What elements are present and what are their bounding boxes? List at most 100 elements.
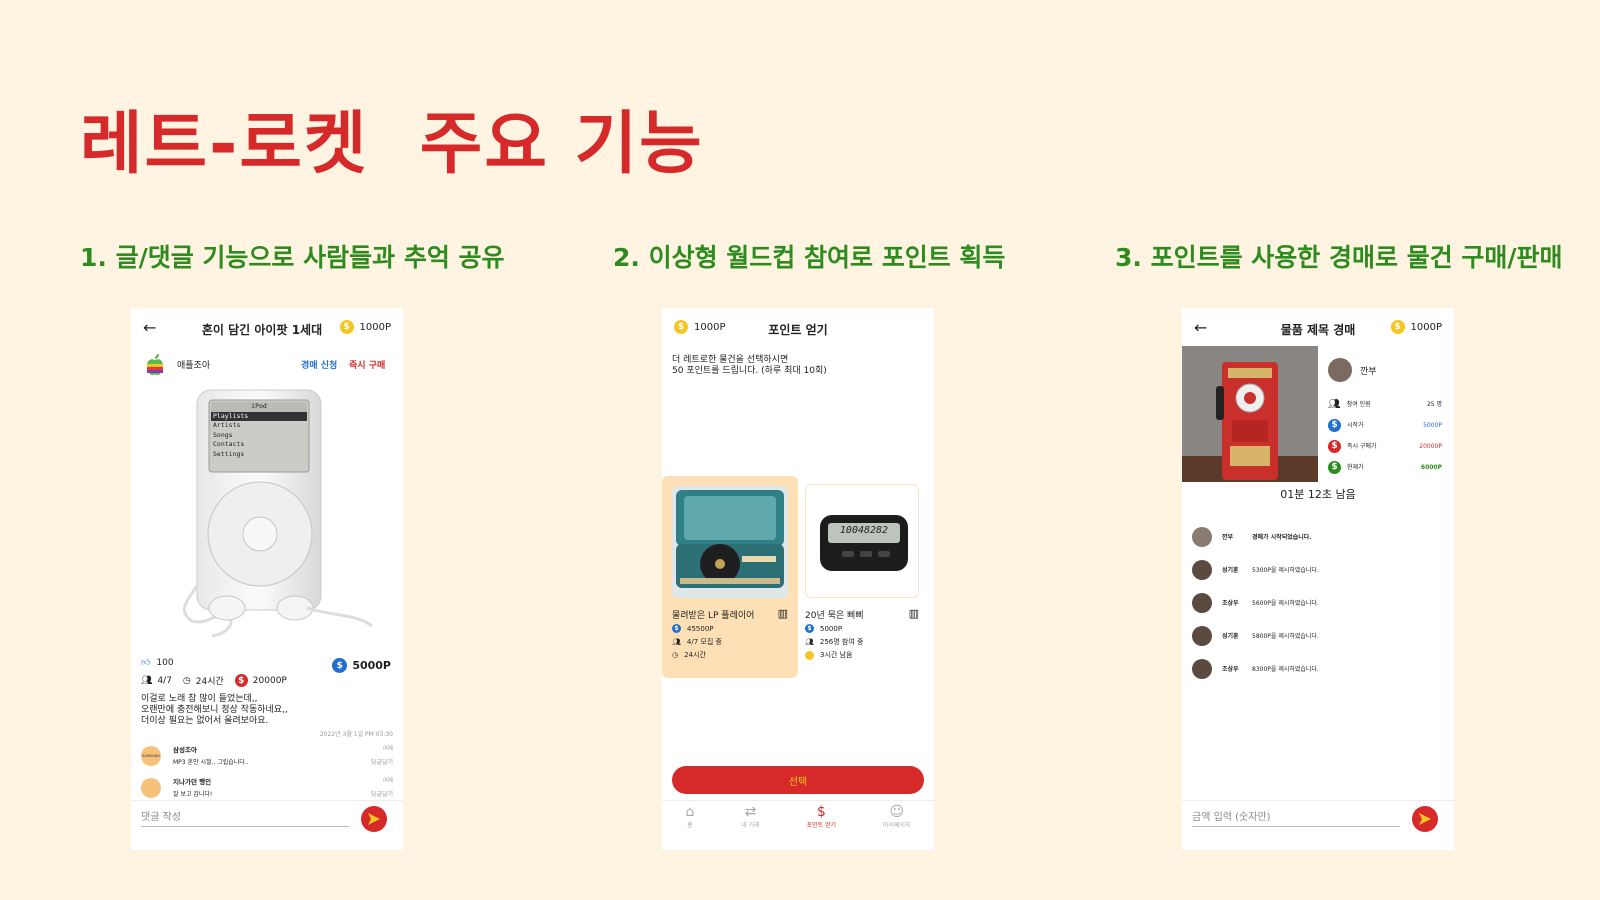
nav-mypage[interactable]: ☺ 마이페이지 xyxy=(883,804,911,829)
nav-get-points[interactable]: $ 포인트 얻기 xyxy=(807,804,837,829)
auction-item-image xyxy=(1182,346,1318,482)
stat-label: 시작가 xyxy=(1347,422,1364,429)
home-icon: ⌂ xyxy=(685,804,695,820)
bid-entry: 조상우 5600P을 제시하였습니다. xyxy=(1192,586,1444,619)
item-price: 45500P xyxy=(687,624,714,633)
nav-label: 내 거래 xyxy=(741,822,760,829)
feature-2-title: 2. 이상형 월드컵 참여로 포인트 획득 xyxy=(613,243,1006,272)
send-button[interactable] xyxy=(361,806,387,832)
instruction-line: 50 포인트를 드립니다. (하루 최대 10회) xyxy=(672,366,827,376)
ipod-menu-item: Playlists xyxy=(211,411,307,421)
auction-request-button[interactable]: 경매 신청 xyxy=(301,358,337,371)
current-price-icon: $ xyxy=(332,658,348,673)
stat-value: 25 명 xyxy=(1426,401,1442,408)
worldcup-card-pager[interactable]: 10048282 20년 묵은 삐삐 ▥ $5000P 👥︎ 256명 참여 중 … xyxy=(805,484,919,676)
people-icon: 👥︎ xyxy=(141,675,153,686)
post-body-line: 더이상 필요는 없어서 올려보아요. xyxy=(141,716,269,726)
instruction-line: 더 레트로한 물건을 선택하시면 xyxy=(672,355,789,365)
seller-avatar xyxy=(1328,358,1352,382)
nav-home[interactable]: ⌂ 홈 xyxy=(685,804,694,829)
coin-icon: $ xyxy=(1390,320,1405,334)
ipod-menu-item: Settings xyxy=(213,449,245,458)
current-price-icon: $ xyxy=(1328,461,1341,474)
commenter-avatar xyxy=(141,778,161,798)
pager-image: 10048282 xyxy=(805,484,919,598)
instant-buy-button[interactable]: 즉시 구매 xyxy=(349,358,385,371)
item-name: 물려받은 LP 플레이어 xyxy=(672,611,755,621)
ipod-menu-item: Songs xyxy=(213,430,233,439)
reply-button[interactable]: 답글달기 xyxy=(371,757,393,766)
item-participants: 4/7 모집 중 xyxy=(686,638,722,646)
nav-label: 포인트 얻기 xyxy=(806,822,837,829)
bid-amount-input[interactable]: 금액 입력 (숫자만) xyxy=(1192,808,1400,827)
points-value: 1000P xyxy=(359,321,391,333)
time-remaining: 24시간 xyxy=(195,677,224,687)
commenter-name: 지나가던 행인 xyxy=(173,778,212,786)
stat-label: 즉시 구매가 xyxy=(1347,443,1377,450)
thumbs-up-icon[interactable]: 👍︎ xyxy=(141,658,150,668)
feature-3-title: 3. 포인트를 사용한 경매로 물건 구매/판매 xyxy=(1115,243,1563,272)
bidder-avatar xyxy=(1192,625,1212,646)
bid-text: 8300P을 제시하였습니다. xyxy=(1252,666,1319,673)
participant-count: 4/7 xyxy=(157,675,172,686)
bid-entry: 성기훈 5300P을 제시하였습니다. xyxy=(1192,553,1444,586)
points-indicator: $ 1000P xyxy=(339,320,391,334)
bidder-name: 성기훈 xyxy=(1222,633,1239,640)
seller-name: 깐부 xyxy=(1360,366,1377,377)
people-icon: 👥︎ xyxy=(1328,399,1341,410)
people-icon: 👥︎ xyxy=(805,638,814,646)
bid-text: 5600P을 제시하였습니다. xyxy=(1252,600,1319,607)
post-body-line: 오랜만에 충전해보니 정상 작동하네요,, xyxy=(141,705,288,715)
commenter-name: 삼성조아 xyxy=(173,746,197,754)
points-indicator: $ 1000P xyxy=(1390,320,1442,334)
select-button[interactable]: 선택 xyxy=(672,766,924,794)
item-time: 24시간 xyxy=(684,651,706,659)
product-image: iPod Playlists Artists Songs Contacts Se… xyxy=(157,386,379,644)
coin-icon: $ xyxy=(339,320,354,334)
comment-input[interactable]: 댓글 작성 xyxy=(141,808,349,827)
send-bid-button[interactable] xyxy=(1412,806,1438,832)
reply-button[interactable]: 답글달기 xyxy=(371,789,393,798)
seller-name: 애플조아 xyxy=(177,361,211,371)
nav-label: 마이페이지 xyxy=(882,822,911,829)
item-participants: 256명 참여 중 xyxy=(819,638,864,646)
ipod-menu-item: Contacts xyxy=(213,440,245,448)
pager-display: 10048282 xyxy=(839,525,889,536)
like-count: 100 xyxy=(156,658,174,668)
exchange-icon: ⇄ xyxy=(744,804,757,820)
start-price-icon: $ xyxy=(1328,419,1341,432)
phone-points-screen: $ 1000P 포인트 얻기 더 레트로한 물건을 선택하시면 50 포인트를 … xyxy=(662,308,934,850)
page-title: 레트-로켓 주요 기능 xyxy=(80,105,704,184)
item-name: 20년 묵은 삐삐 xyxy=(805,611,864,621)
instructions: 더 레트로한 물건을 선택하시면 50 포인트를 드립니다. (하루 최대 10… xyxy=(672,355,827,377)
people-icon: 👥︎ xyxy=(672,638,681,646)
nav-label: 홈 xyxy=(687,822,693,829)
item-time: 3시간 남음 xyxy=(820,651,853,659)
book-icon[interactable]: ▥ xyxy=(778,607,788,620)
instant-price-icon: $ xyxy=(234,674,248,687)
commenter-avatar: SAMSUNG xyxy=(141,746,161,766)
comment-text: 잘 보고 갑니다! xyxy=(173,791,213,798)
book-icon[interactable]: ▥ xyxy=(909,607,919,620)
stat-label: 참여 인원 xyxy=(1346,401,1371,408)
bid-entry: 깐부 경매가 시작되었습니다. xyxy=(1192,520,1444,553)
send-icon xyxy=(368,813,380,825)
clock-icon: ◷ xyxy=(672,651,679,659)
screen-title: 포인트 얻기 xyxy=(768,323,828,337)
dollar-icon: $ xyxy=(816,804,826,820)
nav-my-trades[interactable]: ⇄ 내 거래 xyxy=(741,804,759,829)
countdown-timer: 01분 12초 남음 xyxy=(1280,488,1356,501)
comment-time: 어제 xyxy=(382,778,393,784)
price-icon: $ xyxy=(805,624,814,633)
user-settings-icon: ☺ xyxy=(889,804,905,820)
bid-entry: 성기훈 5800P을 제시하였습니다. xyxy=(1192,619,1444,652)
bid-entry: 조상우 8300P을 제시하였습니다. xyxy=(1192,652,1444,685)
comment-text: MP3 혼안 시절.. 그립습니다.. xyxy=(173,759,249,766)
item-price: 5000P xyxy=(820,624,843,633)
phone-post-screen: ← 혼이 담긴 아이팟 1세대 $ 1000P 애플조아 경매 신청 즉시 구매 xyxy=(131,308,403,850)
stat-value: 5000P xyxy=(1423,422,1442,429)
worldcup-card-lp[interactable]: 물려받은 LP 플레이어 ▥ $45500P 👥︎ 4/7 모집 중 ◷ 24시간 xyxy=(662,476,798,678)
price-icon: $ xyxy=(672,624,681,633)
feature-1-title: 1. 글/댓글 기능으로 사람들과 추억 공유 xyxy=(80,243,505,272)
instant-price-icon: $ xyxy=(1328,440,1341,453)
